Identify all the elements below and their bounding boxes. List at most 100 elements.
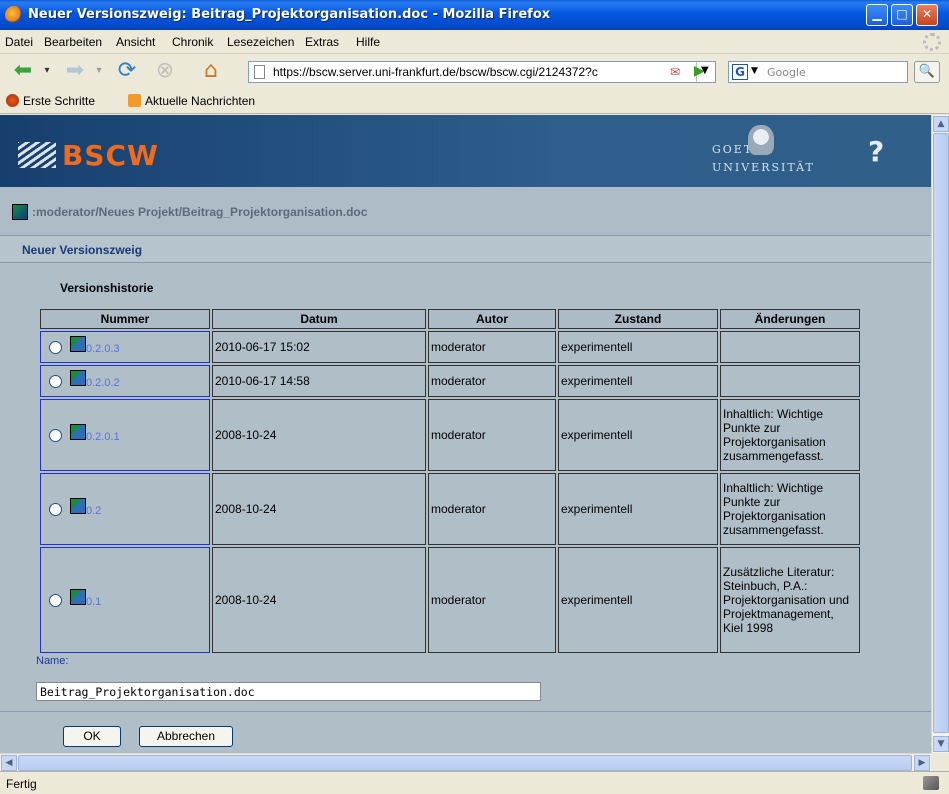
version-cell: 0.2.0.2 bbox=[40, 365, 210, 397]
search-box[interactable]: G ▼ Google bbox=[728, 61, 908, 83]
firefox-icon bbox=[5, 6, 23, 24]
date-cell: 2008-10-24 bbox=[212, 473, 426, 545]
version-radio[interactable] bbox=[49, 593, 62, 607]
date-cell: 2008-10-24 bbox=[212, 547, 426, 653]
document-icon[interactable] bbox=[70, 424, 86, 440]
status-text: Fertig bbox=[6, 777, 37, 791]
ok-button[interactable]: OK bbox=[63, 726, 121, 747]
scroll-right-icon[interactable]: ▶ bbox=[914, 755, 930, 771]
table-row: 0.2.0.1 2008-10-24 moderator experimente… bbox=[40, 399, 860, 471]
divider bbox=[0, 711, 931, 712]
state-cell: experimentell bbox=[558, 473, 718, 545]
author-cell: moderator bbox=[428, 547, 556, 653]
changes-cell bbox=[720, 365, 860, 397]
bookmark-erste-schritte[interactable]: Erste Schritte bbox=[6, 94, 95, 108]
version-history-table: Nummer Datum Autor Zustand Änderungen 0.… bbox=[38, 307, 862, 655]
navigation-toolbar: ⬅ ▾ ➡ ▾ ⟳ ⊗ ⌂ https://bscw.server.uni-fr… bbox=[0, 54, 949, 88]
date-cell: 2010-06-17 15:02 bbox=[212, 331, 426, 363]
google-icon[interactable]: G bbox=[732, 64, 748, 80]
vertical-scrollbar[interactable]: ▲ ▼ bbox=[931, 115, 949, 753]
changes-cell bbox=[720, 331, 860, 363]
document-icon[interactable] bbox=[70, 370, 86, 386]
reload-icon[interactable]: ⟳ bbox=[112, 58, 142, 84]
document-icon bbox=[12, 204, 28, 220]
breadcrumb: :moderator/Neues Projekt/Beitrag_Projekt… bbox=[0, 187, 931, 235]
url-text: https://bscw.server.uni-frankfurt.de/bsc… bbox=[273, 65, 598, 79]
vertical-scroll-thumb[interactable] bbox=[933, 133, 949, 733]
author-cell: moderator bbox=[428, 331, 556, 363]
section-title: Neuer Versionszweig bbox=[22, 243, 143, 257]
go-icon[interactable]: ▶ bbox=[694, 63, 705, 79]
name-input[interactable] bbox=[36, 682, 541, 701]
back-icon[interactable]: ⬅ bbox=[8, 58, 38, 84]
scroll-up-icon[interactable]: ▲ bbox=[933, 116, 949, 132]
back-dropdown-icon[interactable]: ▾ bbox=[40, 58, 54, 84]
home-icon[interactable]: ⌂ bbox=[196, 58, 226, 84]
scroll-left-icon[interactable]: ◀ bbox=[1, 755, 17, 771]
stop-icon[interactable]: ⊗ bbox=[150, 58, 180, 84]
version-link[interactable]: 0.2.0.2 bbox=[86, 377, 120, 389]
bookmark-aktuelle-nachrichten[interactable]: Aktuelle Nachrichten bbox=[128, 94, 255, 108]
status-bar: Fertig bbox=[0, 771, 949, 794]
horizontal-scrollbar[interactable]: ◀ ▶ bbox=[0, 753, 931, 771]
menu-lesezeichen[interactable]: Lesezeichen bbox=[227, 35, 294, 49]
close-button[interactable]: ✕ bbox=[916, 4, 938, 26]
rss-feed-icon[interactable]: ✉ bbox=[670, 65, 680, 79]
version-link[interactable]: 0.2.0.3 bbox=[86, 343, 120, 355]
menu-extras[interactable]: Extras bbox=[305, 35, 339, 49]
goethe-university-logo[interactable]: GOETHE UNIVERSITÄT bbox=[712, 125, 815, 177]
history-title: Versionshistorie bbox=[60, 281, 154, 295]
version-radio[interactable] bbox=[49, 374, 62, 388]
document-icon[interactable] bbox=[70, 336, 86, 352]
document-icon[interactable] bbox=[70, 589, 86, 605]
scroll-corner bbox=[931, 753, 949, 771]
version-link[interactable]: 0.2.0.1 bbox=[86, 431, 120, 443]
breadcrumb-path[interactable]: :moderator/Neues Projekt/Beitrag_Projekt… bbox=[32, 205, 367, 219]
section-header: Neuer Versionszweig bbox=[0, 235, 931, 263]
maximize-button[interactable]: □ bbox=[891, 4, 913, 26]
menu-hilfe[interactable]: Hilfe bbox=[356, 35, 380, 49]
version-cell: 0.1 bbox=[40, 547, 210, 653]
menu-ansicht[interactable]: Ansicht bbox=[116, 35, 155, 49]
version-cell: 0.2 bbox=[40, 473, 210, 545]
state-cell: experimentell bbox=[558, 331, 718, 363]
rss-icon bbox=[128, 94, 141, 107]
cancel-button[interactable]: Abbrechen bbox=[139, 726, 233, 747]
version-link[interactable]: 0.1 bbox=[86, 596, 101, 608]
author-cell: moderator bbox=[428, 399, 556, 471]
horizontal-scroll-thumb[interactable] bbox=[18, 755, 912, 771]
column-header-autor: Autor bbox=[428, 309, 556, 329]
search-icon[interactable]: 🔍 bbox=[914, 61, 940, 83]
state-cell: experimentell bbox=[558, 547, 718, 653]
changes-cell: Inhaltlich: Wichtige Punkte zur Projekto… bbox=[720, 399, 860, 471]
search-engine-dropdown-icon[interactable]: ▼ bbox=[751, 66, 758, 76]
scroll-down-icon[interactable]: ▼ bbox=[933, 736, 949, 752]
column-header-zustand: Zustand bbox=[558, 309, 718, 329]
help-icon[interactable]: ? bbox=[868, 135, 884, 168]
security-icon[interactable] bbox=[923, 776, 939, 790]
firefox-bookmark-icon bbox=[6, 94, 19, 107]
forward-icon[interactable]: ➡ bbox=[60, 58, 90, 84]
menu-bar: Datei Bearbeiten Ansicht Chronik Lesezei… bbox=[0, 30, 949, 54]
version-radio[interactable] bbox=[49, 340, 62, 354]
version-radio[interactable] bbox=[49, 428, 62, 442]
menu-datei[interactable]: Datei bbox=[5, 35, 33, 49]
changes-cell: Inhaltlich: Wichtige Punkte zur Projekto… bbox=[720, 473, 860, 545]
minimize-button[interactable]: ▁ bbox=[866, 4, 888, 26]
forward-dropdown-icon[interactable]: ▾ bbox=[92, 58, 106, 84]
window-title: Neuer Versionszweig: Beitrag_Projektorga… bbox=[28, 7, 551, 22]
state-cell: experimentell bbox=[558, 365, 718, 397]
document-icon[interactable] bbox=[70, 498, 86, 514]
column-header-datum: Datum bbox=[212, 309, 426, 329]
page-viewport: BSCW GOETHE UNIVERSITÄT ? :moderator/Neu… bbox=[0, 115, 931, 753]
throbber-icon bbox=[923, 33, 941, 51]
version-link[interactable]: 0.2 bbox=[86, 505, 101, 517]
table-row: 0.1 2008-10-24 moderator experimentell Z… bbox=[40, 547, 860, 653]
name-label: Name: bbox=[36, 655, 69, 667]
url-bar[interactable]: https://bscw.server.uni-frankfurt.de/bsc… bbox=[248, 61, 716, 83]
author-cell: moderator bbox=[428, 365, 556, 397]
version-radio[interactable] bbox=[49, 502, 62, 516]
menu-chronik[interactable]: Chronik bbox=[172, 35, 213, 49]
bscw-logo[interactable]: BSCW bbox=[18, 139, 159, 172]
menu-bearbeiten[interactable]: Bearbeiten bbox=[44, 35, 102, 49]
